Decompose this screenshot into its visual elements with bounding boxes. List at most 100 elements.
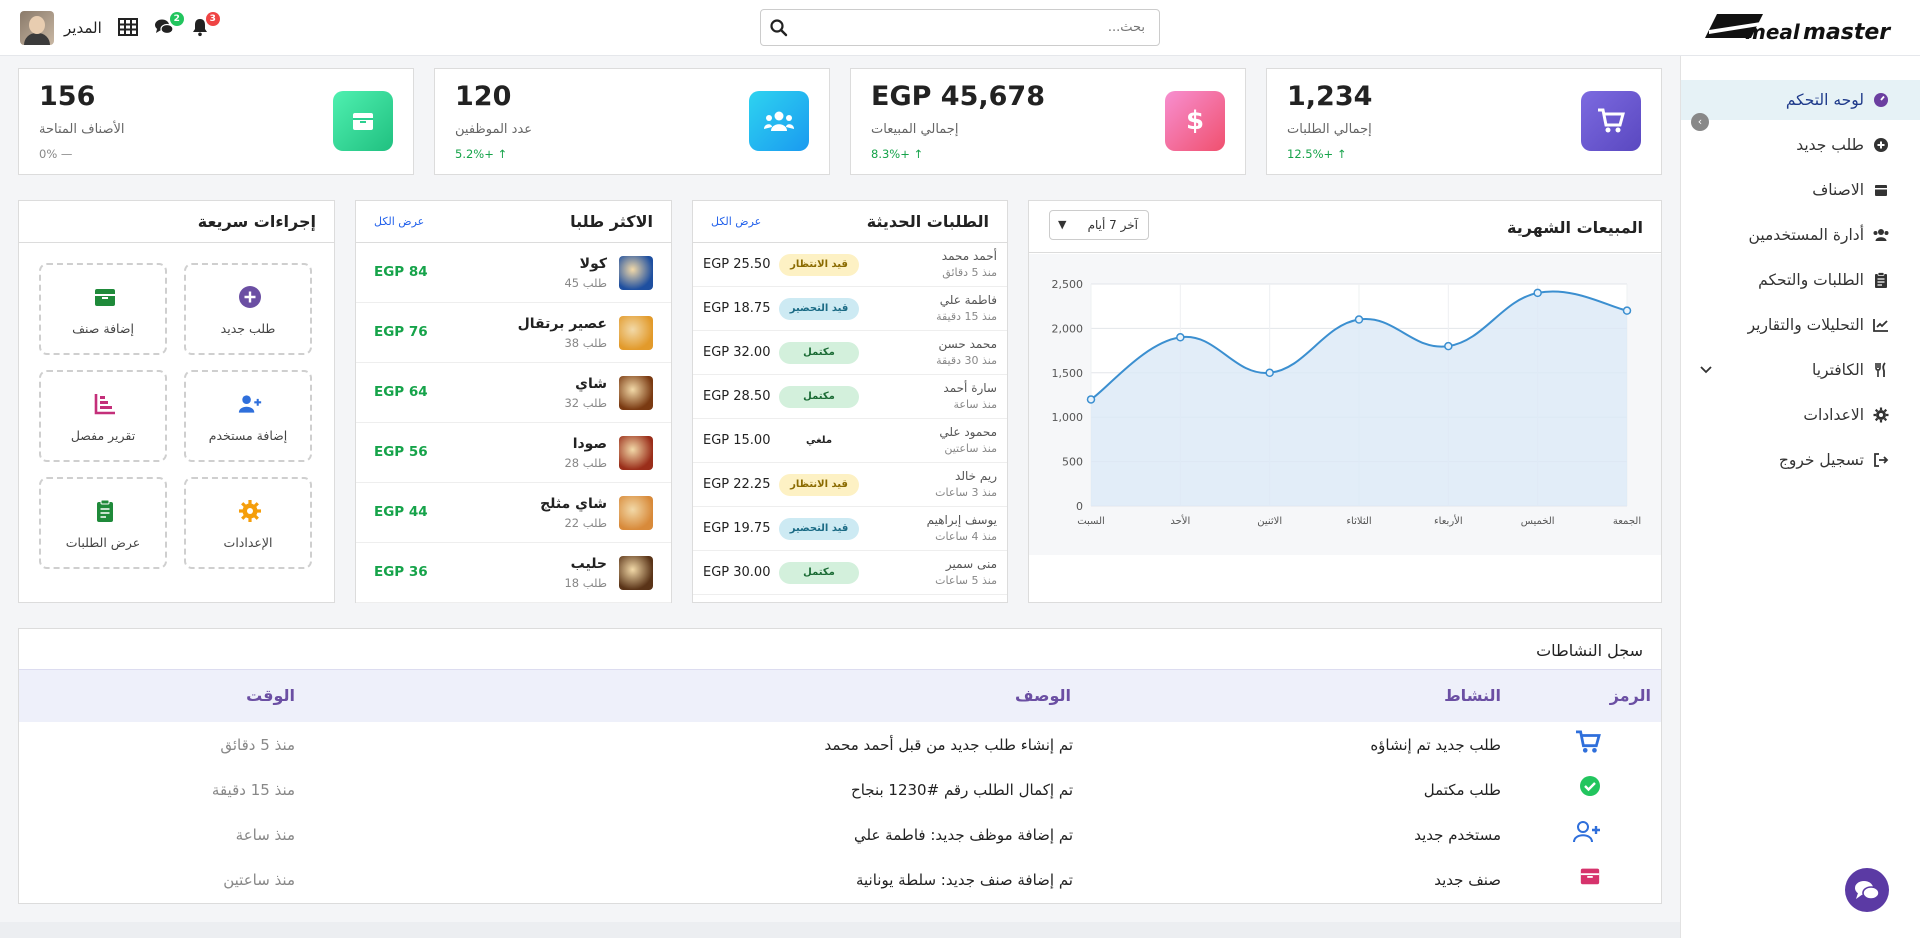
plus-circle-icon (1872, 136, 1890, 154)
item-price: EGP 76 (374, 324, 428, 340)
activity-description: تم إضافة موظف جديد: فاطمة علي (854, 826, 1073, 844)
quick-action-new-order[interactable]: طلب جديد (184, 263, 312, 355)
sidebar-item-users[interactable]: أدارة المستخدمين (1681, 215, 1920, 255)
top-bar: meal master المدير (0, 0, 1920, 56)
recent-order-row[interactable]: EGP 15.00 ملغي محمود علي منذ ساعتين (693, 419, 1007, 463)
range-select[interactable]: آخر 7 أيام ▼ (1049, 210, 1149, 240)
customer-name: فاطمة علي (939, 293, 997, 307)
sidebar-item-label: طلب جديد (1796, 136, 1864, 154)
monthly-sales-title: المبيعات الشهرية (1507, 218, 1643, 237)
x-tick-label: الجمعة (1613, 516, 1641, 527)
top-items-card: الاكثر طلبا عرض الكل كولا 45 طلب EGP 84 عصي… (355, 200, 672, 603)
quick-action-label: عرض الطلبات (65, 535, 141, 550)
plus-circle-icon (239, 286, 261, 308)
sidebar-item-label: الاعدادات (1803, 406, 1864, 424)
user-plus-icon (1573, 820, 1601, 848)
chat-button[interactable] (1845, 868, 1889, 912)
sales-chart: 0 500 1,000 1,500 2,000 2,500 السبت الأحد الاثني… (1052, 278, 1642, 527)
item-name: عصير برتقال (517, 316, 607, 332)
range-select-value: آخر 7 أيام (1087, 218, 1138, 232)
stat-change: 12.5%+ ↑ (1287, 147, 1346, 161)
search-icon[interactable] (769, 18, 789, 38)
item-thumbnail (619, 436, 653, 470)
activity-name: صنف جديد (1434, 871, 1501, 889)
sidebar-item-orders[interactable]: الطلبات والتحكم (1681, 260, 1920, 300)
arrow-up-icon: ↑ (913, 147, 924, 161)
quick-action-add-item[interactable]: إضافة صنف (39, 263, 167, 355)
activity-description: تم إكمال الطلب رقم #1230 بنجاح (851, 781, 1073, 799)
sidebar-item-new-order[interactable]: طلب جديد (1681, 125, 1920, 165)
stat-change: 0% — (39, 147, 72, 161)
activity-row: مستخدم جديد تم إضافة موظف جديد: فاطمة علي… (19, 812, 1661, 857)
quick-action-label: إضافة مستخدم (208, 428, 288, 443)
recent-order-row[interactable]: EGP 18.75 قيد التحضير فاطمة علي منذ 15 دقيق… (693, 287, 1007, 331)
x-tick-label: الأحد (1170, 514, 1190, 527)
search-box[interactable] (760, 9, 1160, 46)
recent-order-row[interactable]: EGP 28.50 مكتمل سارة أحمد منذ ساعة (693, 375, 1007, 419)
recent-order-row[interactable]: EGP 25.50 قيد الانتظار أحمد محمد منذ 5 دقائ… (693, 243, 1007, 287)
sidebar-item-categories[interactable]: الاصناف (1681, 170, 1920, 210)
messages-button[interactable]: 2 (154, 12, 184, 39)
arrow-up-icon: ↑ (1336, 147, 1347, 161)
sidebar-item-label: تسجيل خروج (1778, 451, 1864, 469)
data-point (1444, 341, 1453, 351)
top-item-row[interactable]: شاي مثلج 22 طلب EGP 44 (356, 483, 671, 543)
quick-action-detailed-report[interactable]: تقرير مفصل (39, 370, 167, 462)
admin-name[interactable]: المدير (64, 19, 102, 37)
item-order-count: 28 طلب (564, 456, 607, 470)
item-price: EGP 64 (374, 384, 428, 400)
item-order-count: 45 طلب (564, 276, 607, 290)
recent-orders-title: الطلبات الحديثة (866, 212, 989, 231)
activity-time: منذ ساعتين (223, 871, 295, 889)
recent-orders-view-all-link[interactable]: عرض الكل (711, 215, 761, 228)
item-name: صودا (572, 436, 607, 452)
item-name: حليب (570, 556, 607, 572)
recent-order-row[interactable]: EGP 32.00 مكتمل محمد حسن منذ 30 دقيقة (693, 331, 1007, 375)
top-items-header: الاكثر طلبا عرض الكل (356, 201, 671, 243)
sidebar-item-logout[interactable]: تسجيل خروج (1681, 440, 1920, 480)
sidebar-item-label: لوحه التحكم (1785, 91, 1864, 109)
x-tick-label: الاثنين (1257, 516, 1282, 527)
messages-badge: 2 (169, 12, 184, 26)
sidebar-item-analytics[interactable]: التحليلات والتقارير (1681, 305, 1920, 345)
stat-card-sales: EGP 45,678 إجمالي المبيعات 8.3%+ ↑ $ (850, 68, 1246, 175)
data-point (1265, 368, 1274, 378)
stat-label: إجمالي الطلبات (1287, 122, 1372, 137)
clipboard-icon (97, 499, 113, 522)
top-item-row[interactable]: عصير برتقال 38 طلب EGP 76 (356, 303, 671, 363)
quick-action-settings[interactable]: الإعدادات (184, 477, 312, 569)
top-item-row[interactable]: شاي 32 طلب EGP 64 (356, 363, 671, 423)
recent-order-row[interactable]: EGP 30.00 مكتمل منى سمير منذ 5 ساعات (693, 551, 1007, 595)
top-item-row[interactable]: صودا 28 طلب EGP 56 (356, 423, 671, 483)
check-circle-icon (1579, 775, 1601, 801)
stat-value: 120 (455, 81, 512, 112)
top-item-row[interactable]: كولا 45 طلب EGP 84 (356, 243, 671, 303)
top-item-row[interactable]: حليب 18 طلب EGP 36 (356, 543, 671, 603)
avatar[interactable] (20, 11, 54, 45)
item-name: كولا (579, 256, 607, 272)
meal-master-logo[interactable]: meal master (1703, 10, 1898, 45)
customer-name: منى سمير (945, 557, 997, 571)
top-items-view-all-link[interactable]: عرض الكل (374, 215, 424, 228)
apps-grid-button[interactable] (117, 17, 140, 39)
comments-icon (1855, 881, 1880, 900)
recent-order-row[interactable]: EGP 22.25 قيد الانتظار ريم خالد منذ 3 ساعات (693, 463, 1007, 507)
search-input[interactable] (801, 10, 1151, 45)
notifications-button[interactable]: 3 (190, 12, 220, 39)
sidebar-item-dashboard[interactable]: لوحه التحكم › (1681, 80, 1920, 131)
chevron-down-icon[interactable] (1699, 361, 1713, 379)
top-items-title: الاكثر طلبا (570, 212, 653, 231)
quick-action-add-user[interactable]: إضافة مستخدم (184, 370, 312, 462)
gear-icon (239, 500, 261, 522)
item-name: شاي مثلج (540, 496, 607, 512)
box-icon (95, 289, 115, 306)
activity-row: طلب مكتمل تم إكمال الطلب رقم #1230 بنجاح م… (19, 767, 1661, 812)
recent-order-row[interactable]: EGP 19.75 قيد التحضير يوسف إبراهيم منذ 4 سا… (693, 507, 1007, 551)
quick-action-view-orders[interactable]: عرض الطلبات (39, 477, 167, 569)
sidebar-item-cafeteria[interactable]: الكافتريا (1681, 350, 1920, 390)
sidebar-item-settings[interactable]: الاعدادات (1681, 395, 1920, 435)
chart-area: 0 500 1,000 1,500 2,000 2,500 السبت الأحد الاثني… (1029, 254, 1661, 555)
status-badge: قيد الانتظار (779, 254, 859, 276)
status-badge: قيد الانتظار (779, 474, 859, 496)
sidebar-item-label: الكافتريا (1812, 361, 1864, 379)
